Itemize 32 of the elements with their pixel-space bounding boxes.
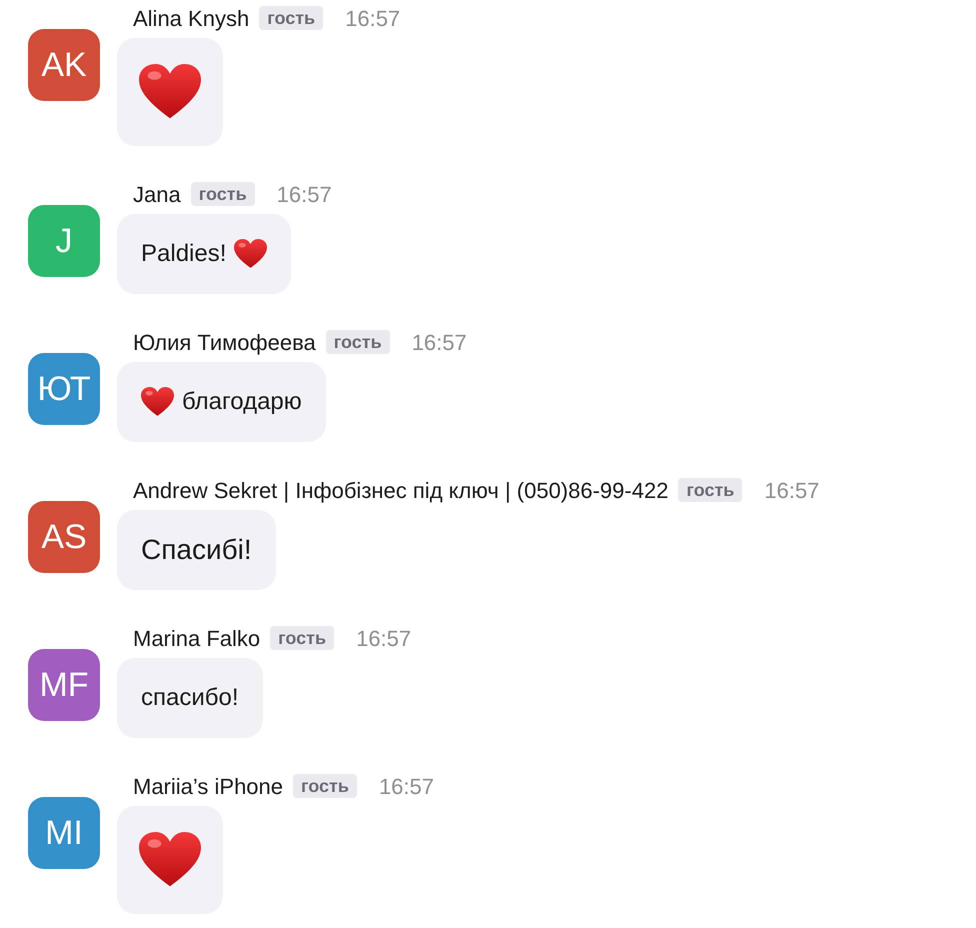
message-time: 16:57 bbox=[378, 772, 434, 801]
author-name: Юлия Тимофеева bbox=[133, 328, 316, 357]
message-text: спасибо! bbox=[141, 683, 239, 714]
guest-tag: гость bbox=[190, 182, 255, 206]
avatar: AS bbox=[28, 501, 100, 574]
avatar: AK bbox=[28, 29, 100, 101]
guest-tag: гость bbox=[270, 626, 334, 650]
author-name: Alina Knysh bbox=[133, 4, 250, 33]
guest-tag: гость bbox=[326, 330, 390, 354]
author-name: Mariia’s iPhone bbox=[133, 772, 284, 801]
message-time: 16:57 bbox=[345, 4, 400, 32]
author-name: Marina Falko bbox=[133, 624, 260, 653]
message-time: 16:57 bbox=[412, 328, 467, 357]
message-time: 16:57 bbox=[764, 476, 820, 505]
message-time: 16:57 bbox=[356, 624, 412, 653]
message-text: Спасибі! bbox=[141, 533, 252, 568]
message-time: 16:57 bbox=[276, 180, 332, 209]
heart-icon bbox=[139, 64, 201, 120]
author-name: Andrew Sekret | Інфобізнес під ключ | (050)86-99-422 bbox=[133, 476, 668, 505]
heart-icon bbox=[234, 239, 268, 270]
avatar: MF bbox=[28, 649, 100, 722]
guest-tag: гость bbox=[293, 774, 357, 798]
message-text: благодарю bbox=[182, 387, 302, 418]
heart-icon bbox=[141, 387, 174, 418]
message-text: Paldies! bbox=[141, 239, 226, 270]
avatar: J bbox=[28, 205, 100, 278]
guest-tag: гость bbox=[678, 478, 742, 502]
heart-icon bbox=[139, 832, 201, 888]
author-name: Jana bbox=[133, 180, 181, 209]
avatar: MI bbox=[28, 797, 100, 870]
guest-tag: гость bbox=[259, 6, 324, 30]
avatar: ЮТ bbox=[28, 353, 100, 426]
